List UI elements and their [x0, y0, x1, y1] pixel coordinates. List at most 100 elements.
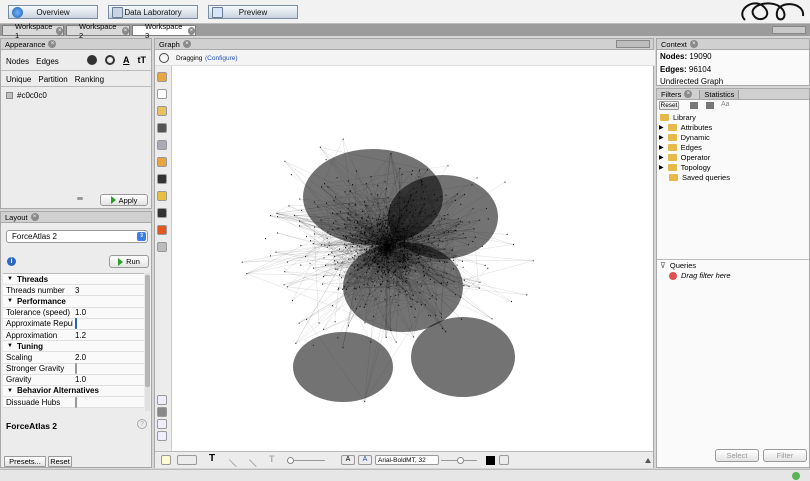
property-checkbox[interactable] — [75, 363, 77, 375]
select-button[interactable]: Select — [715, 449, 759, 462]
label-size-tool-icon[interactable] — [157, 431, 167, 441]
property-section[interactable]: ▼ Threads — [3, 274, 144, 286]
property-value[interactable]: 2.0 — [75, 353, 86, 362]
workspace-tab-3[interactable]: Workspace 3 × — [132, 22, 196, 40]
workspace-tab-2[interactable]: Workspace 2 × — [66, 22, 130, 40]
font-selector[interactable]: Arial-BoldMT, 32 — [375, 455, 439, 465]
shortest-path-icon[interactable] — [157, 242, 167, 252]
center-icon[interactable] — [157, 407, 167, 417]
label-color-icon[interactable]: A — [123, 55, 130, 65]
workspace-tab-1[interactable]: Workspace 1 × — [2, 22, 64, 40]
filter-item-operator[interactable]: ▶ Operator — [659, 153, 710, 162]
property-section[interactable]: ▼ Behavior Alternatives — [3, 385, 144, 398]
property-value[interactable]: 1.0 — [75, 375, 86, 384]
tool-icon[interactable] — [690, 102, 698, 109]
tab-partition[interactable]: Partition — [38, 75, 67, 84]
edge-tool-icon[interactable] — [228, 452, 244, 468]
preview-button[interactable]: Preview — [208, 5, 298, 19]
close-icon[interactable]: × — [56, 26, 63, 35]
tab-edges[interactable]: Edges — [36, 57, 59, 66]
size-brush-icon[interactable] — [157, 191, 167, 201]
apply-button[interactable]: Apply — [100, 194, 148, 206]
color-swatch[interactable] — [6, 92, 13, 99]
close-icon[interactable]: × — [48, 40, 57, 48]
presets-button[interactable]: Presets... — [4, 456, 46, 467]
plane-icon[interactable] — [157, 208, 167, 218]
brush-icon[interactable] — [157, 123, 167, 133]
close-icon[interactable]: × — [30, 213, 39, 221]
search-icon[interactable]: Aa — [721, 101, 730, 108]
property-value[interactable]: 3 — [75, 286, 79, 295]
property-value[interactable]: 1.0 — [75, 308, 86, 317]
bulb-icon[interactable] — [161, 455, 171, 465]
text-icon[interactable]: T — [209, 453, 215, 464]
funnel-icon: ⊽ — [660, 261, 666, 270]
collapse-icon[interactable]: ▼ — [3, 298, 17, 304]
label-scale-slider[interactable] — [441, 457, 477, 464]
properties-scrollbar[interactable] — [145, 273, 150, 411]
screenshot-icon[interactable] — [499, 455, 509, 465]
library-item[interactable]: Library — [660, 113, 696, 122]
drag-filter-area[interactable]: Drag filter here — [669, 271, 731, 280]
property-checkbox[interactable] — [75, 396, 77, 408]
edges-dropdown[interactable] — [177, 455, 197, 465]
palette-icon[interactable] — [87, 55, 97, 65]
tab-unique[interactable]: Unique — [6, 75, 31, 84]
help-icon[interactable]: ? — [137, 419, 147, 429]
close-icon[interactable]: × — [684, 90, 693, 98]
expand-icon[interactable] — [645, 458, 651, 463]
select-pointer-icon[interactable] — [157, 72, 167, 82]
close-icon[interactable]: × — [689, 40, 698, 48]
workspace-nav[interactable] — [772, 26, 806, 34]
filter-item-edges[interactable]: ▶ Edges — [659, 143, 702, 152]
heat-icon[interactable] — [157, 225, 167, 235]
info-icon[interactable]: i — [7, 257, 16, 266]
zoom-icon[interactable] — [157, 395, 167, 405]
property-section[interactable]: ▼ Tuning — [3, 341, 144, 353]
close-icon[interactable]: × — [187, 26, 195, 35]
paint-icon[interactable] — [157, 157, 167, 167]
close-icon[interactable]: × — [182, 40, 191, 48]
size-icon[interactable] — [105, 55, 115, 65]
collapse-icon[interactable]: ▼ — [3, 276, 17, 282]
filter-item-dynamic[interactable]: ▶ Dynamic — [659, 133, 710, 142]
property-value[interactable]: 1.2 — [75, 331, 86, 340]
rectangle-select-icon[interactable] — [157, 89, 167, 99]
tab-statistics[interactable]: Statistics — [699, 89, 740, 99]
data-laboratory-button[interactable]: Data Laboratory — [108, 5, 198, 19]
algorithm-select[interactable]: ForceAtlas 2 ⇕ — [6, 230, 148, 243]
close-icon[interactable]: × — [121, 26, 129, 35]
text-size-icon[interactable]: T — [269, 454, 275, 464]
tab-ranking[interactable]: Ranking — [75, 75, 104, 84]
reset-filters-button[interactable]: Reset — [659, 101, 679, 110]
label-font-button[interactable]: A — [341, 455, 355, 465]
property-checkbox[interactable] — [75, 318, 77, 330]
color-swatch-row[interactable]: #c0c0c0 — [6, 91, 47, 100]
network-graph[interactable] — [173, 67, 653, 447]
link-icon[interactable] — [77, 197, 83, 200]
edge-weight-icon[interactable] — [248, 452, 264, 468]
label-color-swatch[interactable] — [486, 456, 495, 465]
label-color-tool-icon[interactable] — [157, 419, 167, 429]
edge-scale-slider[interactable] — [287, 457, 325, 464]
reset-layout-button[interactable]: Reset — [48, 456, 72, 467]
filter-item-topology[interactable]: ▶ Topology — [659, 163, 711, 172]
pencil-icon[interactable] — [157, 174, 167, 184]
filter-item-saved-queries[interactable]: Saved queries — [669, 173, 730, 182]
overview-button[interactable]: Overview — [8, 5, 98, 19]
label-size-icon[interactable]: tT — [138, 55, 147, 65]
tab-nodes[interactable]: Nodes — [6, 57, 29, 66]
tab-filters[interactable]: Filters — [661, 90, 681, 99]
configure-link[interactable]: (Configure) — [205, 55, 238, 62]
label-size-button[interactable]: A — [358, 455, 372, 465]
eraser-icon[interactable] — [157, 140, 167, 150]
drag-icon[interactable] — [157, 106, 167, 116]
run-button[interactable]: Run — [109, 255, 149, 268]
filter-button[interactable]: Filter — [763, 449, 807, 462]
collapse-icon[interactable]: ▼ — [3, 388, 17, 394]
filter-item-attributes[interactable]: ▶ Attributes — [659, 123, 712, 132]
collapse-icon[interactable]: ▼ — [3, 343, 17, 349]
tool-icon[interactable] — [706, 102, 714, 109]
window-controls[interactable] — [616, 40, 650, 48]
property-section[interactable]: ▼ Performance — [3, 296, 144, 308]
